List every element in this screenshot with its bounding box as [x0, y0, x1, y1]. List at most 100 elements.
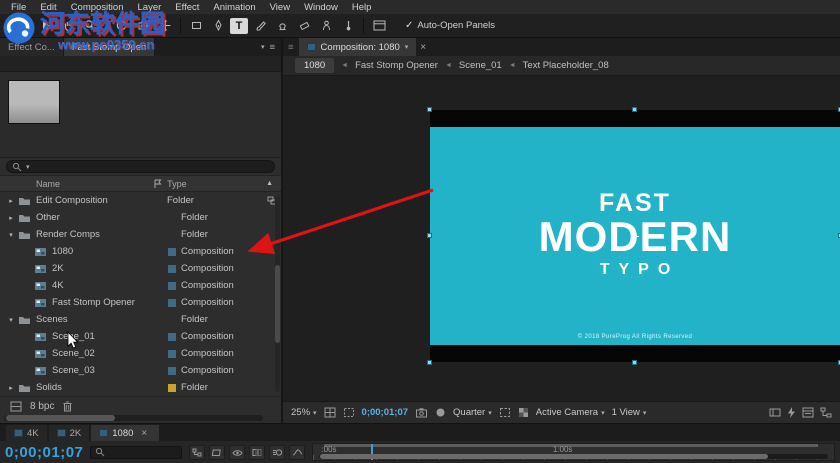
- magnification-dropdown[interactable]: 25%▾: [291, 407, 317, 418]
- selected-item-info: [0, 56, 281, 72]
- project-search-input[interactable]: ▾: [6, 160, 275, 173]
- expand-icon[interactable]: ▾: [5, 316, 17, 324]
- close-icon[interactable]: ×: [416, 38, 430, 56]
- table-row[interactable]: Scene_02 Composition: [0, 345, 281, 362]
- table-row[interactable]: ▾ Scenes Folder: [0, 311, 281, 328]
- tab-effect-controls[interactable]: Effect Co...: [0, 38, 64, 56]
- table-row[interactable]: ▸ Solids Folder: [0, 379, 281, 396]
- interpret-footage-icon[interactable]: [10, 401, 22, 412]
- panel-icon[interactable]: [369, 17, 389, 35]
- composition-icon: [33, 349, 48, 359]
- hide-shy-icon[interactable]: [229, 445, 245, 460]
- collapse-icon[interactable]: ▸: [5, 384, 17, 392]
- table-row[interactable]: 1080 Composition: [0, 243, 281, 260]
- graph-editor-icon[interactable]: [289, 445, 305, 460]
- timeline-search-input[interactable]: [90, 446, 182, 459]
- tab-project[interactable]: Fast Stomp Open: [64, 38, 155, 56]
- puppet-pin-tool[interactable]: [338, 17, 358, 35]
- timeline-scrollbar[interactable]: [319, 454, 828, 459]
- pen-tool[interactable]: [208, 17, 228, 35]
- tab-composition-1080[interactable]: Composition: 1080 ▾: [299, 38, 417, 56]
- menu-composition[interactable]: Composition: [64, 2, 131, 13]
- brush-tool[interactable]: [250, 17, 270, 35]
- menu-edit[interactable]: Edit: [33, 2, 63, 13]
- rotate-tool[interactable]: [111, 17, 131, 35]
- fast-previews-icon[interactable]: [787, 407, 796, 418]
- table-row[interactable]: ▸ Edit Composition Folder: [0, 192, 281, 209]
- selection-handle[interactable]: [427, 360, 432, 365]
- grid-guides-icon[interactable]: [324, 407, 336, 418]
- trash-icon[interactable]: [62, 400, 73, 412]
- show-channel-icon[interactable]: [435, 407, 446, 418]
- current-time-display[interactable]: 0;00;01;07: [5, 444, 83, 461]
- menu-help[interactable]: Help: [345, 2, 379, 13]
- region-of-interest-icon[interactable]: [499, 407, 511, 418]
- timeline-tab-2k[interactable]: 2K: [49, 425, 90, 441]
- pixel-aspect-correction-icon[interactable]: [769, 407, 781, 418]
- menu-effect[interactable]: Effect: [168, 2, 206, 13]
- table-row[interactable]: 4K Composition: [0, 277, 281, 294]
- timeline-ruler[interactable]: :00s 1:00s: [312, 443, 835, 461]
- selection-tool[interactable]: [36, 17, 56, 35]
- breadcrumb-item[interactable]: Scene_01: [459, 60, 502, 71]
- table-row[interactable]: ▸ Other Folder: [0, 209, 281, 226]
- comp-mini-flowchart-icon[interactable]: [189, 445, 205, 460]
- shape-tool[interactable]: [186, 17, 206, 35]
- table-row[interactable]: ▾ Render Comps Folder: [0, 226, 281, 243]
- close-icon[interactable]: ×: [137, 428, 151, 439]
- flowchart-icon[interactable]: [820, 407, 832, 418]
- table-row[interactable]: Scene_03 Composition: [0, 362, 281, 379]
- expand-icon[interactable]: ▾: [5, 231, 17, 239]
- frame-blending-icon[interactable]: [249, 445, 265, 460]
- current-time-button[interactable]: 0;00;01;07: [362, 407, 408, 418]
- selection-handle[interactable]: [632, 107, 637, 112]
- eraser-tool[interactable]: [294, 17, 314, 35]
- selection-handle[interactable]: [632, 360, 637, 365]
- draft-3d-icon[interactable]: [209, 445, 225, 460]
- home-icon[interactable]: [5, 17, 25, 35]
- resolution-dropdown[interactable]: Quarter▾: [453, 407, 492, 418]
- table-row[interactable]: 2K Composition: [0, 260, 281, 277]
- column-name[interactable]: Name: [0, 179, 153, 189]
- composition-frame[interactable]: FAST MODERN TYPO © 2018 PureProg All Rig…: [430, 110, 840, 362]
- timeline-tab-1080[interactable]: 1080×: [91, 425, 159, 441]
- table-row[interactable]: Fast Stomp Opener Composition: [0, 294, 281, 311]
- zoom-tool[interactable]: [80, 17, 100, 35]
- menu-view[interactable]: View: [263, 2, 297, 13]
- type-tool[interactable]: T: [230, 18, 248, 34]
- breadcrumb-item[interactable]: 1080: [295, 58, 334, 73]
- pan-behind-tool[interactable]: [155, 17, 175, 35]
- 3d-view-dropdown[interactable]: Active Camera▾: [536, 407, 605, 418]
- menu-window[interactable]: Window: [297, 2, 345, 13]
- hand-tool[interactable]: [58, 17, 78, 35]
- vertical-scrollbar[interactable]: [275, 196, 280, 392]
- breadcrumb-item[interactable]: Text Placeholder_08: [523, 60, 609, 71]
- camera-tool[interactable]: [133, 17, 153, 35]
- motion-blur-icon[interactable]: [269, 445, 285, 460]
- collapse-icon[interactable]: ▸: [5, 197, 17, 205]
- table-row[interactable]: Scene_01 Composition: [0, 328, 281, 345]
- transparency-grid-icon[interactable]: [518, 407, 529, 418]
- horizontal-scrollbar[interactable]: [4, 415, 263, 421]
- auto-open-panels-toggle[interactable]: ✓ Auto-Open Panels: [405, 20, 495, 31]
- column-type[interactable]: Type: [153, 179, 266, 189]
- timeline-icon[interactable]: [802, 407, 814, 418]
- chevron-down-icon[interactable]: ▾: [261, 43, 265, 51]
- panel-grip-icon[interactable]: ≡: [283, 38, 299, 56]
- composition-viewport[interactable]: FAST MODERN TYPO © 2018 PureProg All Rig…: [283, 76, 840, 401]
- selection-handle[interactable]: [427, 107, 432, 112]
- menu-layer[interactable]: Layer: [131, 2, 169, 13]
- roto-brush-tool[interactable]: [316, 17, 336, 35]
- collapse-icon[interactable]: ▸: [5, 214, 17, 222]
- menu-animation[interactable]: Animation: [206, 2, 262, 13]
- view-layout-dropdown[interactable]: 1 View▾: [612, 407, 647, 418]
- snapshot-icon[interactable]: [415, 407, 428, 418]
- mask-visibility-icon[interactable]: [343, 407, 355, 418]
- breadcrumb-item[interactable]: Fast Stomp Opener: [355, 60, 438, 71]
- clone-stamp-tool[interactable]: [272, 17, 292, 35]
- panel-menu-icon[interactable]: ≡: [269, 42, 275, 53]
- timeline-tab-4k[interactable]: 4K: [6, 425, 47, 441]
- menu-file[interactable]: File: [4, 2, 33, 13]
- bit-depth-button[interactable]: 8 bpc: [30, 401, 54, 412]
- selection-handle[interactable]: [427, 233, 432, 238]
